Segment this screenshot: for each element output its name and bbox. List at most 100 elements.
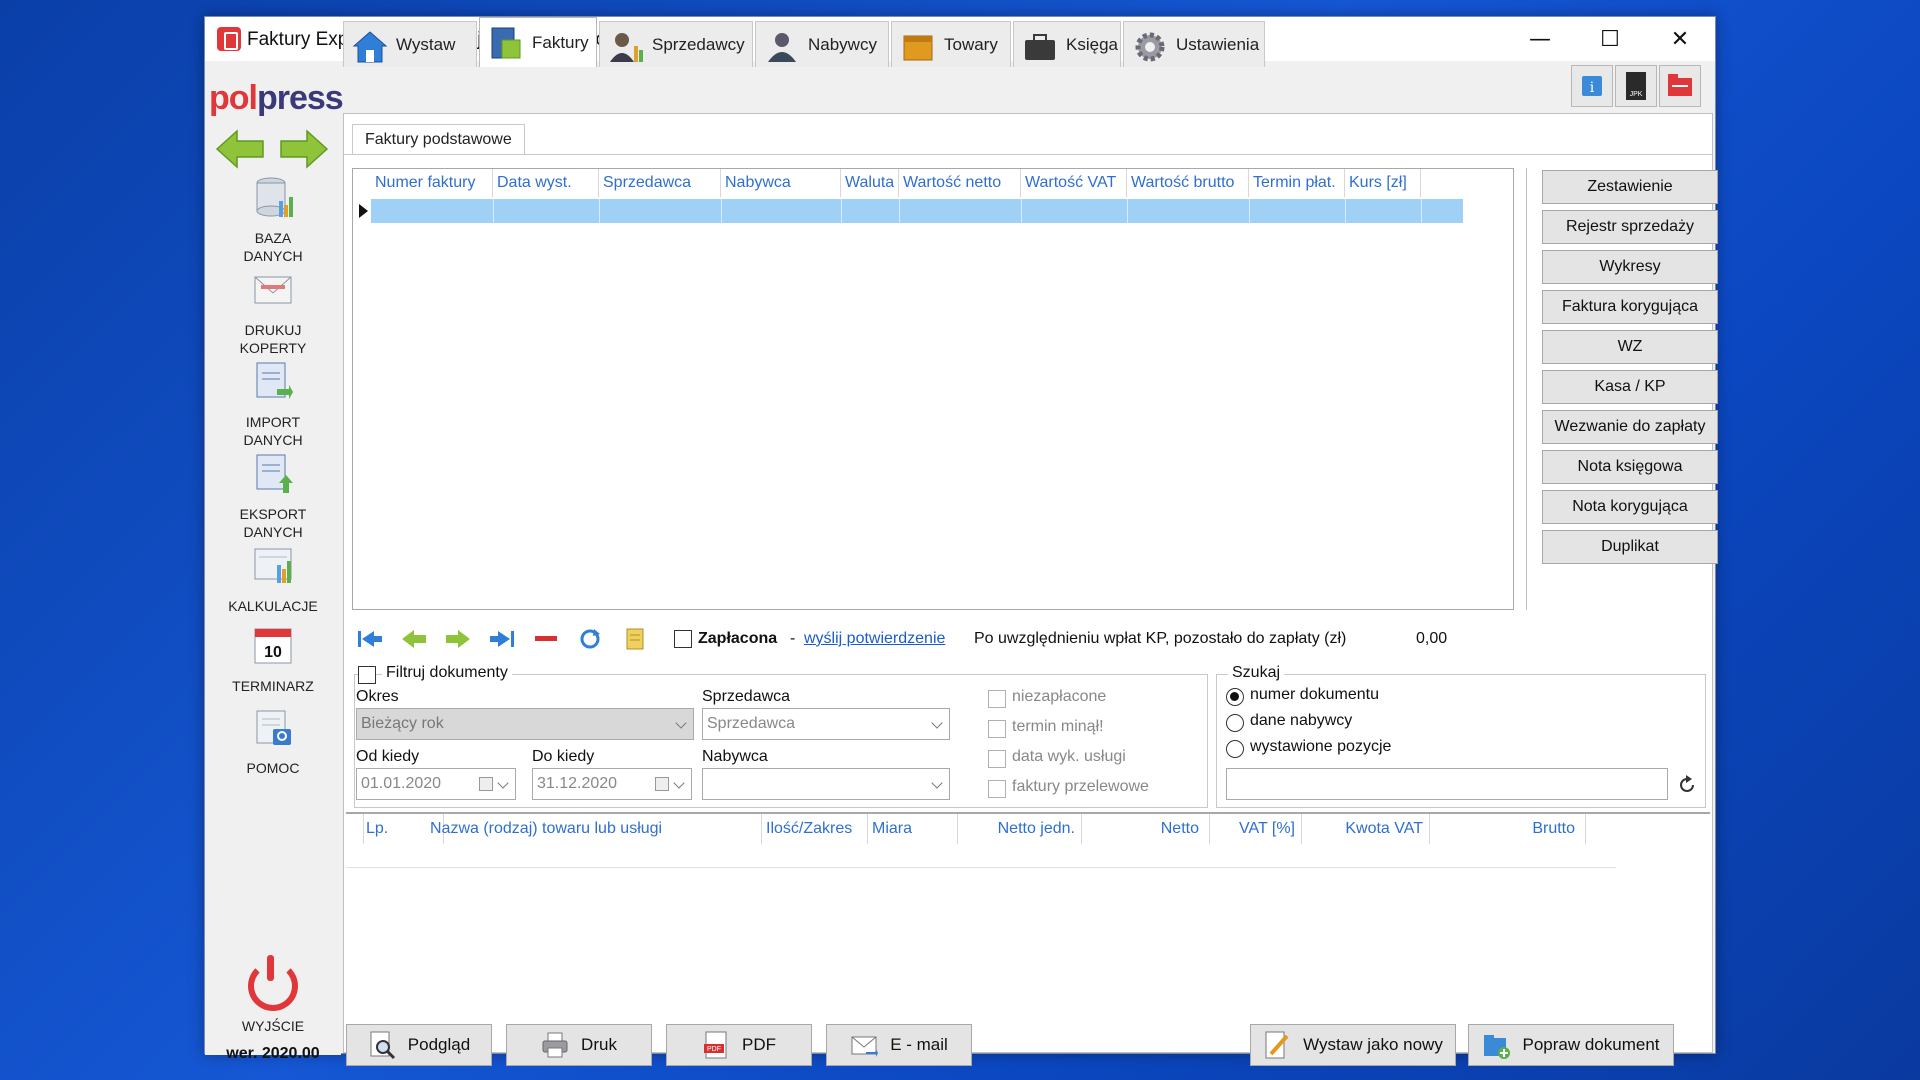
sidebar-item-calendar[interactable]: 10 TERMINARZ: [205, 623, 341, 695]
from-date-field[interactable]: 01.01.2020: [356, 768, 516, 800]
notes-icon[interactable]: [620, 628, 648, 650]
column-header[interactable]: Nazwa (rodzaj) towaru lub usługi: [426, 814, 762, 844]
table-row[interactable]: [371, 199, 1463, 223]
tab-ksiega[interactable]: Księga: [1013, 21, 1121, 67]
column-header[interactable]: Sprzedawca: [599, 169, 721, 197]
filter-documents-checkbox[interactable]: [358, 666, 376, 684]
sidebar-item-export[interactable]: EKSPORT DANYCH: [205, 451, 341, 541]
tab-sprzedawcy[interactable]: Sprzedawcy: [599, 21, 753, 67]
next-record-icon[interactable]: [444, 628, 472, 650]
remaining-text: Po uwzględnieniu wpłat KP, pozostało do …: [974, 630, 1347, 647]
close-button[interactable]: ✕: [1645, 17, 1715, 61]
info-button[interactable]: i: [1571, 65, 1613, 107]
print-button[interactable]: Druk: [506, 1024, 652, 1066]
column-header[interactable]: Netto: [1082, 814, 1210, 844]
delete-record-icon[interactable]: [532, 628, 560, 650]
sidebar-item-database[interactable]: BAZA DANYCH: [205, 175, 341, 265]
tab-faktury[interactable]: Faktury: [479, 17, 597, 67]
wz-button[interactable]: WZ: [1542, 330, 1718, 364]
invoice-grid[interactable]: Numer faktury Data wyst. Sprzedawca Naby…: [352, 168, 1514, 610]
zestawienie-button[interactable]: Zestawienie: [1542, 170, 1718, 204]
sidebar-item-label: DANYCH: [243, 248, 303, 264]
column-header[interactable]: Wartość netto: [899, 169, 1021, 197]
last-record-icon[interactable]: [488, 628, 516, 650]
send-confirmation-link[interactable]: wyślij potwierdzenie: [804, 630, 945, 648]
overdue-checkbox[interactable]: [988, 720, 1006, 738]
pdf-button[interactable]: PDF PDF: [666, 1024, 812, 1066]
service-date-checkbox[interactable]: [988, 750, 1006, 768]
column-header[interactable]: Kwota VAT: [1302, 814, 1430, 844]
chevron-down-icon: [931, 717, 943, 729]
column-header[interactable]: VAT [%]: [1210, 814, 1302, 844]
service-date-label: data wyk. usługi: [1012, 748, 1126, 765]
search-title: Szukaj: [1228, 664, 1285, 682]
duplikat-button[interactable]: Duplikat: [1542, 530, 1718, 564]
table-row[interactable]: [346, 844, 1616, 868]
sidebar-item-label: POMOC: [246, 760, 300, 776]
sidebar-item-calculations[interactable]: KALKULACJE: [205, 543, 341, 615]
column-header[interactable]: Ilość/Zakres: [762, 814, 868, 844]
column-header[interactable]: Nabywca: [721, 169, 841, 197]
refresh-icon[interactable]: [576, 628, 604, 650]
sidebar-item-import[interactable]: IMPORT DANYCH: [205, 359, 341, 449]
tab-wystaw[interactable]: Wystaw: [343, 21, 477, 67]
transfer-checkbox[interactable]: [988, 780, 1006, 798]
jpk-button[interactable]: JPK: [1615, 65, 1657, 107]
cell-divider: [1421, 199, 1422, 223]
column-header[interactable]: Kurs [zł]: [1345, 169, 1421, 197]
subtab-faktury-podstawowe[interactable]: Faktury podstawowe: [352, 124, 525, 154]
search-option-buyer-data[interactable]: [1226, 714, 1244, 732]
unpaid-checkbox[interactable]: [988, 690, 1006, 708]
column-header[interactable]: Wartość brutto: [1127, 169, 1249, 197]
search-option-document-number[interactable]: [1226, 688, 1244, 706]
to-date-field[interactable]: 31.12.2020: [532, 768, 692, 800]
back-arrow-icon[interactable]: [215, 129, 265, 169]
cell-divider: [1127, 199, 1128, 223]
search-option-label: numer dokumentu: [1250, 686, 1379, 703]
email-button[interactable]: E - mail: [826, 1024, 972, 1066]
exit-tool-button[interactable]: [1659, 65, 1701, 107]
kasa-kp-button[interactable]: Kasa / KP: [1542, 370, 1718, 404]
search-input[interactable]: [1226, 768, 1668, 800]
buyer-select[interactable]: [702, 768, 950, 800]
sidebar-item-envelopes[interactable]: DRUKUJ KOPERTY: [205, 267, 341, 357]
column-header[interactable]: Wartość VAT: [1021, 169, 1127, 197]
previous-record-icon[interactable]: [400, 628, 428, 650]
paid-checkbox[interactable]: [674, 630, 692, 648]
column-header[interactable]: Waluta: [841, 169, 899, 197]
nota-ksiegowa-button[interactable]: Nota księgowa: [1542, 450, 1718, 484]
preview-button[interactable]: Podgląd: [346, 1024, 492, 1066]
cell-divider: [1249, 199, 1250, 223]
tab-ustawienia[interactable]: Ustawienia: [1123, 21, 1265, 67]
issue-as-new-button[interactable]: Wystaw jako nowy: [1250, 1024, 1456, 1066]
nota-korygujaca-button[interactable]: Nota korygująca: [1542, 490, 1718, 524]
invoice-items-grid[interactable]: Lp. Nazwa (rodzaj) towaru lub usługi Ilo…: [346, 812, 1710, 1016]
rejestr-sprzedazy-button[interactable]: Rejestr sprzedaży: [1542, 210, 1718, 244]
sidebar-item-help[interactable]: POMOC: [205, 705, 341, 777]
exit-button[interactable]: WYJŚCIE: [205, 955, 341, 1035]
first-record-icon[interactable]: [356, 628, 384, 650]
maximize-button[interactable]: ☐: [1575, 17, 1645, 61]
search-option-issued-items[interactable]: [1226, 740, 1244, 758]
minimize-button[interactable]: —: [1505, 17, 1575, 61]
cell-divider: [721, 199, 722, 223]
tab-nabywcy[interactable]: Nabywcy: [755, 21, 889, 67]
wezwanie-button[interactable]: Wezwanie do zapłaty: [1542, 410, 1718, 444]
faktura-korygujaca-button[interactable]: Faktura korygująca: [1542, 290, 1718, 324]
to-date-label: Do kiedy: [532, 748, 595, 765]
column-header[interactable]: Brutto: [1430, 814, 1586, 844]
edit-document-button[interactable]: Popraw dokument: [1468, 1024, 1674, 1066]
column-header[interactable]: Data wyst.: [493, 169, 599, 197]
wykresy-button[interactable]: Wykresy: [1542, 250, 1718, 284]
forward-arrow-icon[interactable]: [279, 129, 329, 169]
column-header[interactable]: Termin płat.: [1249, 169, 1345, 197]
column-header[interactable]: Numer faktury: [371, 169, 493, 197]
column-header[interactable]: Miara: [868, 814, 958, 844]
seller-select[interactable]: Sprzedawca: [702, 708, 950, 740]
tab-towary[interactable]: Towary: [891, 21, 1011, 67]
search-refresh-icon[interactable]: [1676, 774, 1698, 796]
magnifier-icon: [370, 1031, 395, 1060]
column-header[interactable]: Netto jedn.: [958, 814, 1082, 844]
period-select[interactable]: Bieżący rok: [356, 708, 694, 740]
cell-divider: [1021, 199, 1022, 223]
